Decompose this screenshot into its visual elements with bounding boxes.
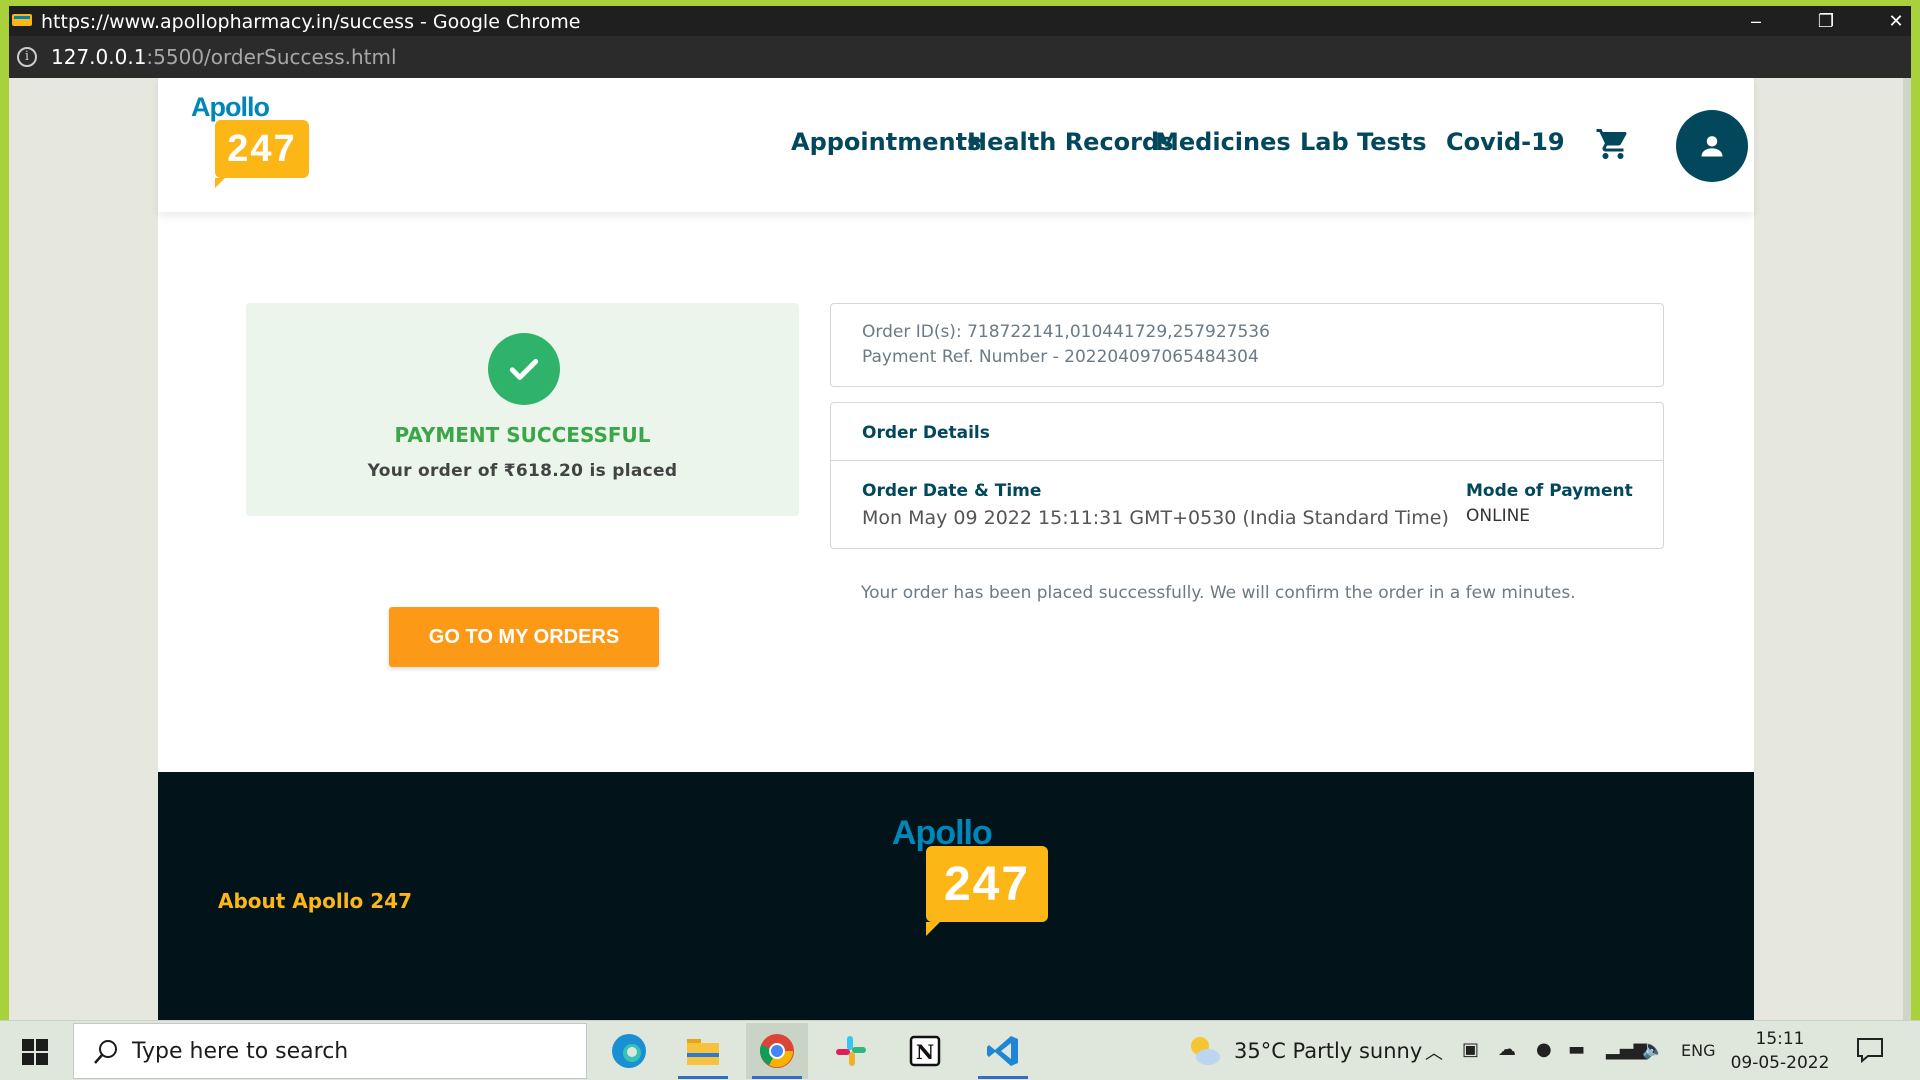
battery-icon[interactable]: ▬ (1568, 1039, 1585, 1060)
taskbar-edge[interactable] (598, 1023, 660, 1079)
volume-icon[interactable]: 🔈 (1642, 1039, 1664, 1060)
browser-window: https://www.apollopharmacy.in/success - … (0, 0, 1920, 1020)
notification-center-icon[interactable] (1856, 1037, 1884, 1063)
url-text[interactable]: 127.0.0.1:5500/orderSuccess.html (51, 45, 397, 69)
clock-date: 09-05-2022 (1730, 1053, 1830, 1073)
order-date-value: Mon May 09 2022 15:11:31 GMT+0530 (India… (862, 507, 1449, 529)
success-check-badge (488, 333, 560, 405)
order-details-header: Order Details (831, 403, 1663, 461)
taskbar-file-explorer[interactable] (672, 1023, 734, 1079)
page-content: Apollo 247 Appointments Health Records M… (158, 78, 1754, 1020)
taskbar-search-box[interactable]: Type here to search (73, 1023, 587, 1079)
order-confirmation-note: Your order has been placed successfully.… (861, 583, 1576, 603)
vscode-icon (987, 1036, 1018, 1066)
site-footer: Apollo 247 About Apollo 247 (158, 772, 1754, 1020)
apollo-logo[interactable]: Apollo 247 (191, 92, 311, 192)
microphone-icon[interactable]: ● (1536, 1039, 1552, 1060)
check-icon (509, 359, 539, 380)
taskbar-clock[interactable]: 15:11 09-05-2022 (1730, 1027, 1830, 1075)
site-header: Apollo 247 Appointments Health Records M… (158, 78, 1754, 212)
payment-success-card: PAYMENT SUCCESSFUL Your order of ₹618.20… (246, 303, 799, 516)
nav-covid-19[interactable]: Covid-19 (1446, 128, 1565, 156)
windows-taskbar: Type here to search N 35°C Partly sunny … (0, 1020, 1920, 1080)
close-button[interactable]: ✕ (1861, 6, 1920, 36)
windows-start-icon[interactable] (22, 1039, 48, 1065)
active-indicator (678, 1076, 728, 1079)
edge-icon (612, 1034, 646, 1068)
order-details-heading: Order Details (862, 423, 990, 443)
profile-button[interactable] (1676, 110, 1748, 182)
nav-health-records[interactable]: Health Records (967, 128, 1173, 156)
payment-mode-label: Mode of Payment (1466, 481, 1633, 501)
footer-apollo-logo[interactable]: Apollo 247 (892, 814, 1062, 944)
active-indicator (978, 1076, 1028, 1079)
page-viewport: Apollo 247 Appointments Health Records M… (9, 78, 1911, 1020)
file-explorer-icon (687, 1039, 719, 1065)
restore-button[interactable]: ❐ (1791, 6, 1861, 36)
active-indicator (752, 1076, 802, 1079)
logo-tail (215, 178, 225, 188)
user-icon (1701, 136, 1723, 157)
slack-icon (836, 1036, 866, 1066)
go-to-my-orders-button[interactable]: GO TO MY ORDERS (389, 607, 659, 667)
show-hidden-icons-chevron-icon[interactable]: ︿ (1425, 1039, 1443, 1065)
apollo-favicon-icon (12, 14, 32, 26)
order-placed-text: Your order of ₹618.20 is placed (367, 461, 678, 481)
meet-now-icon[interactable]: ▣ (1462, 1039, 1479, 1060)
address-bar[interactable]: i 127.0.0.1:5500/orderSuccess.html (9, 36, 1911, 78)
language-indicator[interactable]: ENG (1681, 1041, 1715, 1060)
footer-logo-tail (926, 922, 940, 936)
order-id-card: Order ID(s): 718722141,010441729,2579275… (830, 303, 1664, 387)
minimize-button[interactable]: – (1721, 6, 1791, 36)
logo-apollo-text: Apollo (191, 92, 270, 122)
payment-mode-value: ONLINE (1466, 506, 1531, 526)
url-path: :5500/orderSuccess.html (146, 45, 397, 69)
partly-sunny-icon[interactable] (1186, 1034, 1222, 1068)
nav-medicines[interactable]: Medicines (1155, 128, 1291, 156)
about-apollo-link[interactable]: About Apollo 247 (218, 889, 412, 913)
svg-text:N: N (916, 1040, 934, 1064)
payment-success-title: PAYMENT SUCCESSFUL (394, 423, 651, 447)
footer-logo-247-text: 247 (943, 857, 1031, 911)
taskbar-vscode[interactable] (972, 1023, 1034, 1079)
nav-lab-tests[interactable]: Lab Tests (1300, 128, 1427, 156)
search-icon (94, 1040, 117, 1064)
footer-logo-247-box: 247 (926, 846, 1048, 922)
site-info-icon[interactable]: i (17, 47, 37, 67)
payment-ref-number: Payment Ref. Number - 202204097065484304 (862, 347, 1259, 367)
url-host: 127.0.0.1 (51, 45, 147, 69)
chrome-icon (759, 1034, 794, 1068)
logo-247-box: 247 (215, 120, 309, 178)
nav-appointments[interactable]: Appointments (791, 128, 981, 156)
window-title: https://www.apollopharmacy.in/success - … (41, 11, 581, 33)
search-placeholder: Type here to search (132, 1039, 349, 1064)
page-scrollbar[interactable] (1903, 78, 1911, 1020)
cart-icon[interactable] (1595, 126, 1631, 162)
notion-icon: N (909, 1035, 941, 1067)
order-date-label: Order Date & Time (862, 481, 1042, 501)
taskbar-slack[interactable] (820, 1023, 882, 1079)
order-ids: Order ID(s): 718722141,010441729,2579275… (862, 322, 1270, 342)
onedrive-icon[interactable]: ☁ (1498, 1039, 1516, 1060)
logo-247-text: 247 (227, 127, 297, 170)
title-bar: https://www.apollopharmacy.in/success - … (9, 6, 1911, 36)
clock-time: 15:11 (1755, 1029, 1805, 1049)
order-details-card: Order Details Order Date & Time Mon May … (830, 402, 1664, 549)
taskbar-chrome[interactable] (746, 1023, 808, 1079)
weather-text[interactable]: 35°C Partly sunny (1234, 1039, 1422, 1063)
taskbar-notion[interactable]: N (894, 1023, 956, 1079)
